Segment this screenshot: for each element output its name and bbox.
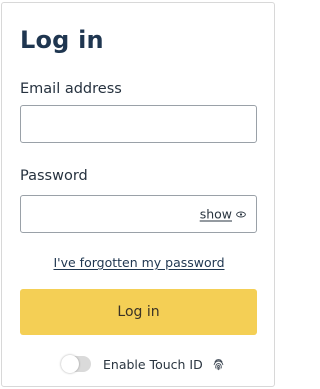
- login-card: Log in Email address Password show I've …: [1, 2, 275, 387]
- password-field-box: show: [20, 195, 257, 233]
- email-label: Email address: [20, 81, 122, 97]
- forgot-password-row: I've forgotten my password: [2, 252, 276, 271]
- show-password-label: show: [199, 206, 232, 222]
- show-password-toggle[interactable]: show: [200, 207, 246, 222]
- email-field[interactable]: [21, 106, 256, 142]
- email-field-box: [20, 105, 257, 143]
- eye-icon: [236, 211, 246, 217]
- login-button[interactable]: Log in: [20, 289, 257, 335]
- page-title: Log in: [20, 26, 104, 54]
- toggle-knob: [61, 355, 79, 373]
- password-label: Password: [20, 168, 88, 184]
- touch-id-row: Enable Touch ID: [61, 355, 225, 373]
- touch-id-toggle[interactable]: [61, 355, 91, 373]
- touch-id-label: Enable Touch ID: [103, 356, 203, 372]
- fingerprint-icon: [213, 358, 224, 370]
- forgot-password-link[interactable]: I've forgotten my password: [53, 255, 224, 270]
